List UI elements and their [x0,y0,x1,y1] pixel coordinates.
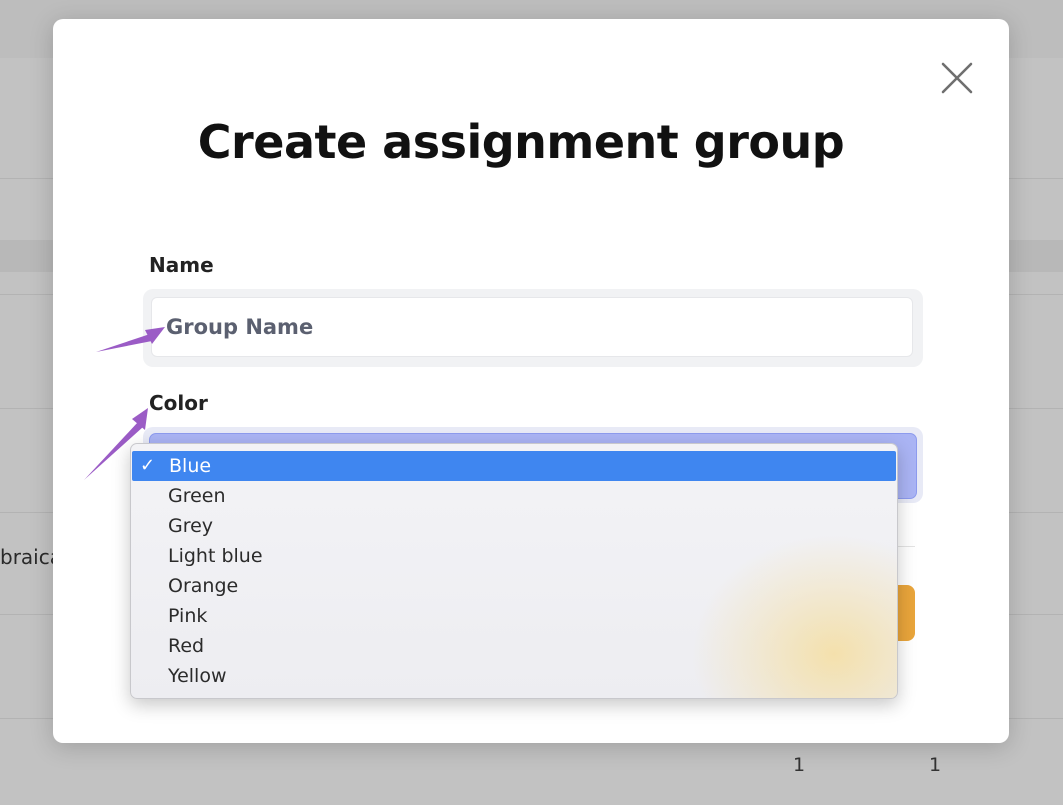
option-label: Pink [168,605,208,627]
background-count: 1 [929,754,942,776]
option-label: Light blue [168,545,263,567]
color-option-red[interactable]: Red [131,631,897,661]
color-option-blue[interactable]: ✓ Blue [132,451,896,481]
group-name-input[interactable] [151,297,913,357]
color-option-light-blue[interactable]: Light blue [131,541,897,571]
name-label: Name [149,253,214,277]
color-option-green[interactable]: Green [131,481,897,511]
color-option-grey[interactable]: Grey [131,511,897,541]
color-label: Color [149,391,208,415]
name-field-wrapper [143,289,923,367]
option-label: Green [168,485,226,507]
color-option-pink[interactable]: Pink [131,601,897,631]
checkmark-icon: ✓ [140,455,156,476]
color-option-yellow[interactable]: Yellow [131,661,897,691]
option-label: Red [168,635,205,657]
color-dropdown-menu: ✓ Blue Green Grey Light blue Orange Pink… [130,443,898,699]
option-label: Blue [169,455,212,477]
close-icon [941,62,973,94]
close-button[interactable] [937,59,977,99]
option-label: Orange [168,575,239,597]
background-count: 1 [793,754,806,776]
option-label: Grey [168,515,214,537]
color-option-orange[interactable]: Orange [131,571,897,601]
option-label: Yellow [168,665,227,687]
modal-title: Create assignment group [197,115,845,169]
